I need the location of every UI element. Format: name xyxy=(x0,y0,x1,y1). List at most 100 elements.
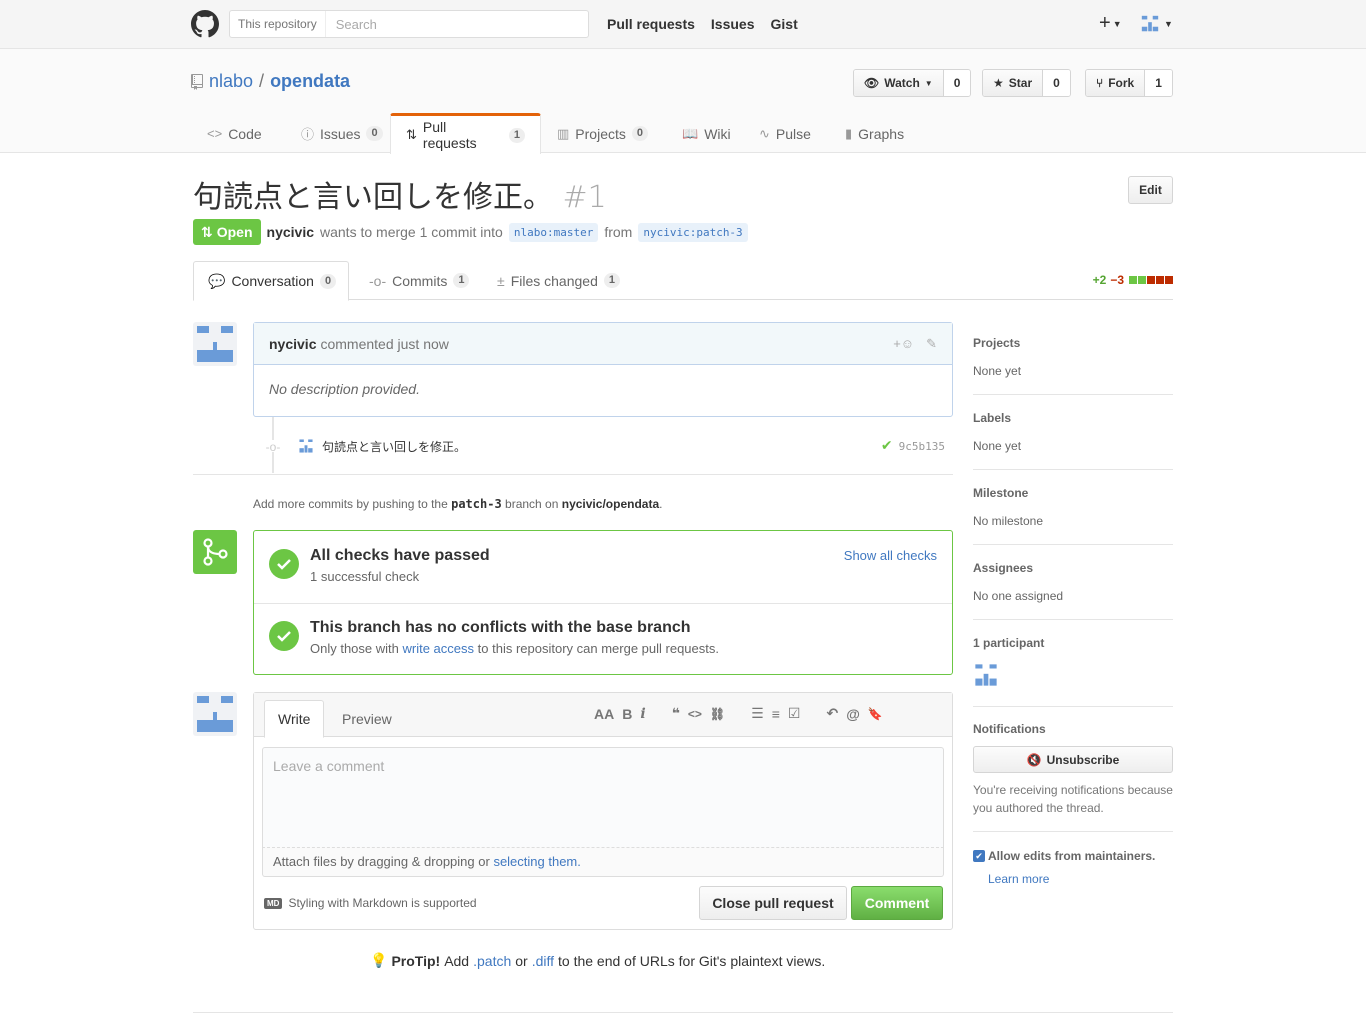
check-circle-icon xyxy=(269,549,299,579)
create-new-menu[interactable]: + ▼ xyxy=(1099,12,1122,35)
watch-group: 👁 Watch ▼ 0 xyxy=(853,69,972,97)
protip-suffix: to the end of URLs for Git's plaintext v… xyxy=(558,952,826,969)
search-input[interactable] xyxy=(325,16,576,32)
close-pull-request-button[interactable]: Close pull request xyxy=(699,886,847,920)
fork-button[interactable]: ⑂ Fork xyxy=(1086,70,1146,96)
pencil-icon[interactable]: ✎ xyxy=(926,336,937,352)
top-nav-issues[interactable]: Issues xyxy=(711,16,755,32)
fork-count[interactable]: 1 xyxy=(1145,70,1172,96)
sidebar-projects[interactable]: Projects None yet xyxy=(973,336,1173,395)
sidebar-assignees[interactable]: Assignees No one assigned xyxy=(973,561,1173,620)
repo-name-link[interactable]: opendata xyxy=(270,71,350,92)
sidebar-milestone-label: Milestone xyxy=(973,486,1029,500)
tab-issues[interactable]: ⓘ Issues 0 xyxy=(285,113,390,153)
files-changed-counter: 1 xyxy=(603,273,620,288)
show-all-checks-link[interactable]: Show all checks xyxy=(844,548,937,563)
sidebar-labels-label: Labels xyxy=(973,411,1012,425)
search-scope-label: This repository xyxy=(230,11,326,37)
repo-owner-link[interactable]: nlabo xyxy=(209,71,253,92)
markdown-note-link[interactable]: Styling with Markdown is supported xyxy=(288,896,476,910)
sidebar-projects-label: Projects xyxy=(973,336,1021,350)
commit-sha-link[interactable]: 9c5b135 xyxy=(899,440,945,453)
tab-code[interactable]: <> Code xyxy=(191,113,285,153)
bookmark-icon[interactable]: 🔖 xyxy=(868,707,883,721)
tab-conversation[interactable]: 💬 Conversation 0 xyxy=(193,261,349,301)
text-size-icon[interactable]: AA xyxy=(594,706,614,722)
commits-counter: 1 xyxy=(453,273,470,288)
italic-icon[interactable]: i xyxy=(640,706,645,722)
link-icon[interactable]: ⛓ xyxy=(710,707,725,721)
base-branch[interactable]: nlabo:master xyxy=(508,222,599,242)
commit-message-link[interactable]: 句読点と言い回しを修正。 xyxy=(322,438,466,455)
notification-reason: You're receiving notifications because y… xyxy=(973,783,1173,815)
tab-graphs[interactable]: ▮ Graphs xyxy=(829,113,925,153)
patch-link[interactable]: .patch xyxy=(473,953,511,969)
watch-count[interactable]: 0 xyxy=(943,70,971,96)
tab-wiki[interactable]: 📖 Wiki xyxy=(666,113,743,153)
sidebar-labels[interactable]: Labels None yet xyxy=(973,411,1173,470)
tab-pulse[interactable]: ∿ Pulse xyxy=(743,113,829,153)
tab-projects[interactable]: ▥ Projects 0 xyxy=(541,113,666,153)
unordered-list-icon[interactable]: ☰ xyxy=(751,705,764,722)
tab-write[interactable]: Write xyxy=(264,700,325,738)
unsubscribe-button[interactable]: 🔇 Unsubscribe xyxy=(973,746,1173,773)
edit-title-button[interactable]: Edit xyxy=(1128,176,1173,204)
mention-icon[interactable]: @ xyxy=(846,706,860,722)
graph-icon: ▮ xyxy=(845,125,853,141)
top-nav-gist[interactable]: Gist xyxy=(771,16,798,32)
quote-icon[interactable]: ❝ xyxy=(672,705,680,722)
code-icon[interactable]: <> xyxy=(688,707,702,721)
check-icon[interactable]: ✔ xyxy=(881,438,893,454)
add-more-suffix: . xyxy=(659,497,663,511)
tab-commits-label: Commits xyxy=(392,272,448,289)
comment-textarea[interactable] xyxy=(262,747,944,847)
repo-separator: / xyxy=(259,71,265,91)
add-more-repo-link[interactable]: nycivic/opendata xyxy=(562,497,659,511)
attach-files-area[interactable]: Attach files by dragging & dropping or s… xyxy=(262,847,944,877)
pull-requests-counter: 1 xyxy=(508,127,525,143)
checkbox-checked-icon[interactable]: ✔ xyxy=(973,850,985,862)
diff-link[interactable]: .diff xyxy=(532,953,554,969)
comment-body: No description provided. xyxy=(269,381,420,397)
tab-preview[interactable]: Preview xyxy=(329,700,405,738)
commit-author-avatar[interactable] xyxy=(298,438,314,454)
comment-button[interactable]: Comment xyxy=(851,886,943,920)
git-commit-icon: -o- xyxy=(369,272,387,289)
attach-prefix: Attach files by dragging & dropping or xyxy=(273,854,490,869)
watch-button[interactable]: 👁 Watch ▼ xyxy=(854,70,944,96)
head-branch[interactable]: nycivic:patch-3 xyxy=(638,222,748,242)
github-logo-icon[interactable] xyxy=(191,10,219,38)
search-box: This repository xyxy=(229,10,589,38)
ordered-list-icon[interactable]: ≡ xyxy=(772,706,780,722)
reply-icon[interactable]: ↶ xyxy=(826,705,838,722)
markdown-icon: MD xyxy=(264,897,283,909)
add-reaction-icon[interactable]: +☺ xyxy=(893,336,914,352)
write-access-link[interactable]: write access xyxy=(403,641,475,656)
bold-icon[interactable]: B xyxy=(622,706,632,722)
avatar[interactable] xyxy=(193,692,237,736)
identicon-icon xyxy=(197,326,233,362)
star-count[interactable]: 0 xyxy=(1043,70,1070,96)
select-files-link[interactable]: selecting them. xyxy=(493,854,580,869)
tab-pull-requests[interactable]: ⇅ Pull requests 1 xyxy=(390,113,541,154)
star-button[interactable]: ★ Star xyxy=(983,70,1044,96)
top-nav-pull-requests[interactable]: Pull requests xyxy=(607,16,695,32)
learn-more-link[interactable]: Learn more xyxy=(988,872,1049,886)
code-icon: <> xyxy=(207,126,223,141)
light-bulb-icon: 💡 xyxy=(370,952,388,968)
tab-files-changed[interactable]: ± Files changed 1 xyxy=(483,261,634,300)
allow-edits-checkbox[interactable]: ✔ Allow edits from maintainers. xyxy=(973,849,1155,863)
avatar[interactable] xyxy=(193,322,237,366)
pr-tabs: 💬 Conversation 0 -o- Commits 1 ± Files c… xyxy=(193,261,1173,301)
user-menu[interactable]: ▼ xyxy=(1140,14,1173,34)
comment-author-link[interactable]: nycivic xyxy=(269,336,316,352)
tab-commits[interactable]: -o- Commits 1 xyxy=(355,261,483,300)
sidebar-milestone[interactable]: Milestone No milestone xyxy=(973,486,1173,545)
sidebar-participants: 1 participant xyxy=(973,636,1173,707)
sidebar-participants-label: 1 participant xyxy=(973,636,1045,650)
participant-avatar[interactable] xyxy=(973,662,999,688)
pr-author-link[interactable]: nycivic xyxy=(267,224,314,240)
task-list-icon[interactable]: ☑ xyxy=(788,705,801,722)
unsubscribe-label: Unsubscribe xyxy=(1046,752,1120,767)
watch-label: Watch xyxy=(884,76,920,90)
